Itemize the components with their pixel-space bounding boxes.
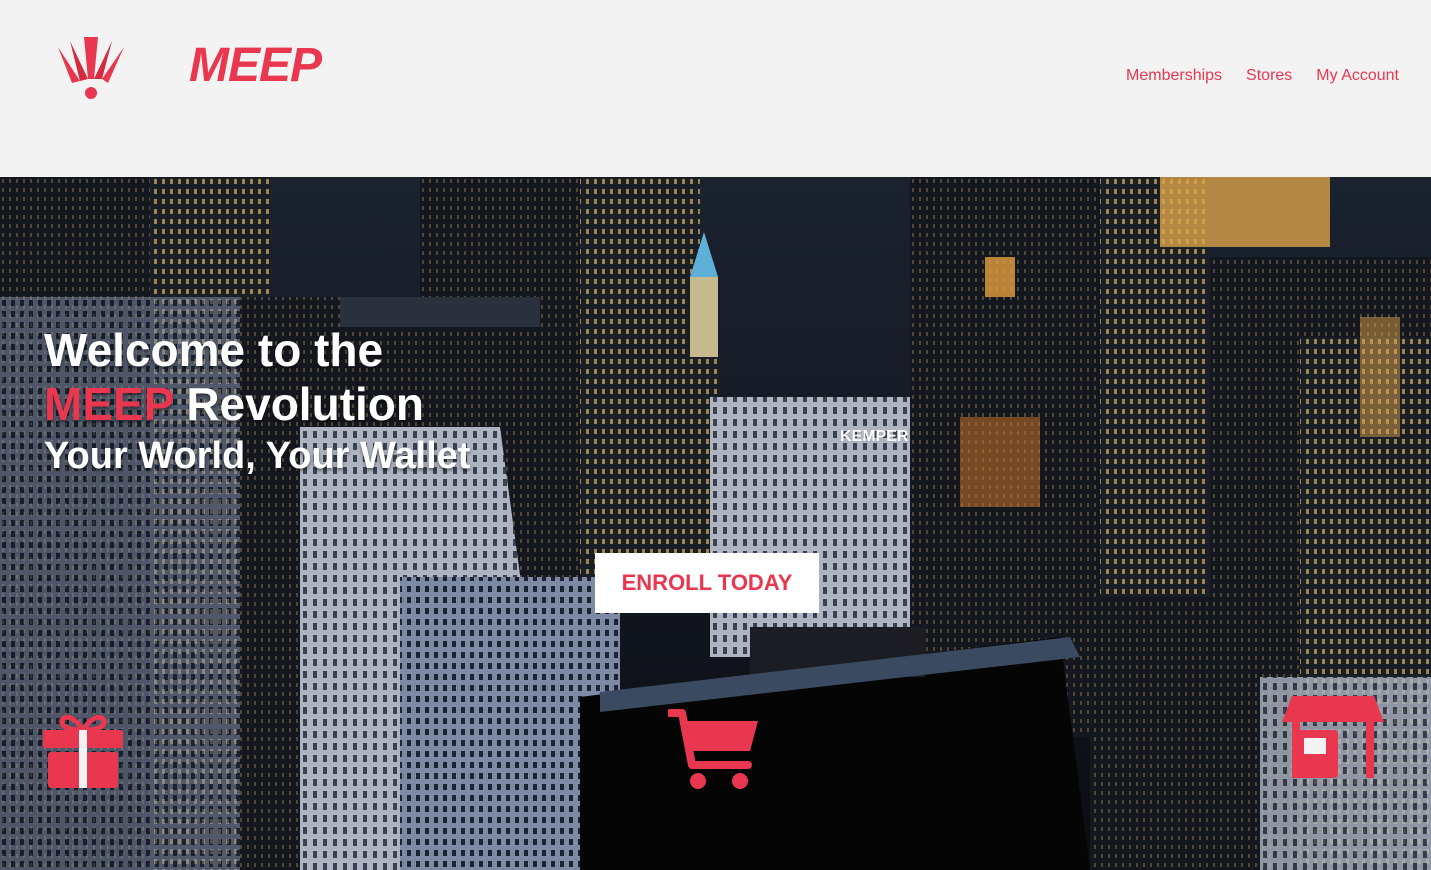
main-nav: Memberships Stores My Account xyxy=(1126,66,1399,86)
site-header: MEEP Memberships Stores My Account xyxy=(0,0,1431,177)
nav-stores[interactable]: Stores xyxy=(1246,66,1292,86)
hero-title-line2: MEEP Revolution xyxy=(44,377,424,431)
kemper-sign: KEMPER xyxy=(840,428,909,445)
hero-subtitle: Your World, Your Wallet xyxy=(44,435,471,477)
meep-logo-icon[interactable] xyxy=(50,37,132,101)
brand-name[interactable]: MEEP xyxy=(189,37,322,95)
hero-title-line1: Welcome to the xyxy=(44,324,384,376)
hero-section: KEMPER Welcome to the MEEP Revolution Yo… xyxy=(0,177,1431,870)
store-icon[interactable] xyxy=(1282,696,1384,778)
nav-my-account[interactable]: My Account xyxy=(1316,66,1399,86)
gift-icon[interactable] xyxy=(42,708,124,790)
shopping-cart-icon[interactable] xyxy=(668,707,760,791)
nav-memberships[interactable]: Memberships xyxy=(1126,66,1222,86)
hero-title: Welcome to the MEEP Revolution xyxy=(44,323,424,431)
hero-title-accent: MEEP xyxy=(44,378,174,430)
enroll-button[interactable]: ENROLL TODAY xyxy=(595,553,819,613)
hero-title-rest: Revolution xyxy=(173,378,424,430)
